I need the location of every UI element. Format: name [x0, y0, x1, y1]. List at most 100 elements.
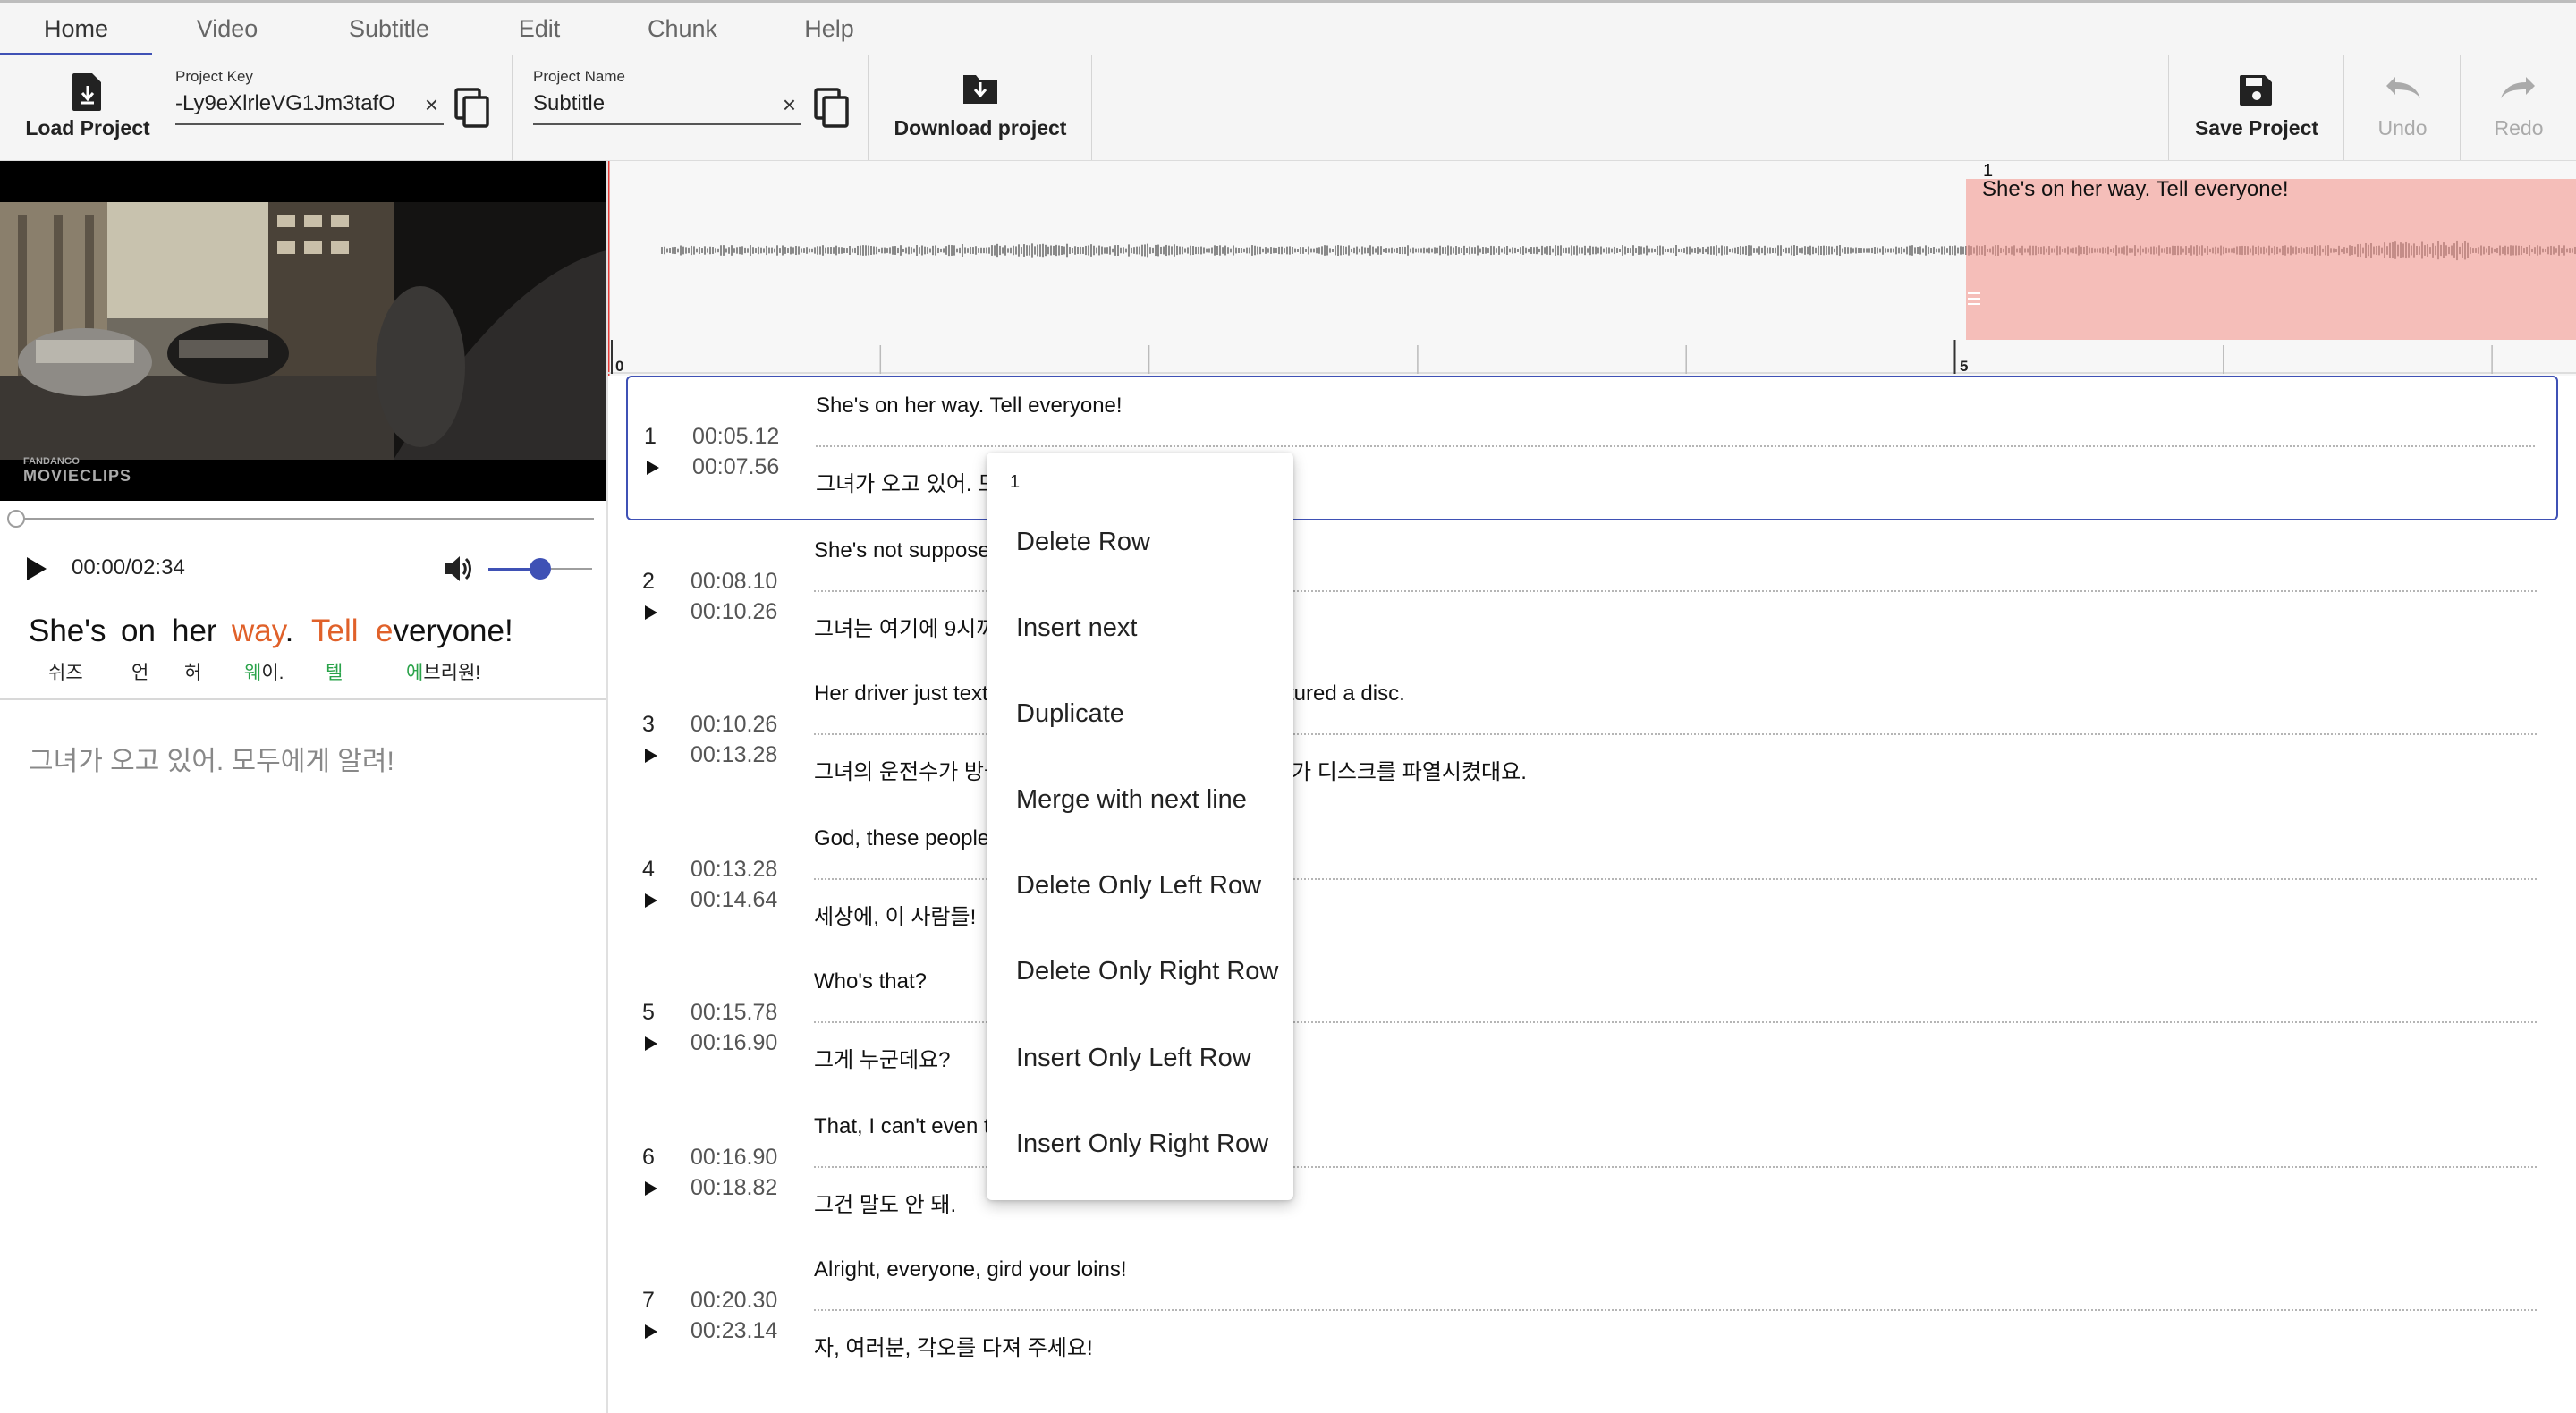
row-source-text[interactable]: Alright, everyone, gird your loins! — [814, 1257, 1127, 1282]
tab-video[interactable]: Video — [152, 3, 302, 56]
tab-help[interactable]: Help — [762, 3, 896, 56]
row-target-text[interactable]: 그녀는 여기에 9시까 — [814, 611, 996, 642]
subtitle-row[interactable]: 5 00:15.78 00:16.90 Who's that? 그게 누군데요? — [626, 953, 2558, 1098]
ruler-label: 0 — [615, 358, 624, 375]
project-key-input[interactable]: -Ly9eXlrleVG1Jm3tafO × — [175, 91, 444, 125]
menu-item-delete-right-row[interactable]: Delete Only Right Row — [1016, 957, 1278, 986]
clear-project-name-icon[interactable]: × — [783, 91, 796, 119]
menu-item-duplicate[interactable]: Duplicate — [1016, 699, 1124, 729]
row-target-text[interactable]: 그게 누군데요? — [814, 1042, 951, 1073]
volume-slider[interactable] — [488, 558, 592, 580]
row-play-icon[interactable] — [644, 1036, 658, 1056]
karaoke-reading: 쉬즈 — [48, 663, 83, 683]
project-name-input[interactable]: Subtitle × — [533, 91, 801, 125]
karaoke-word-highlighted: Tell 텔 — [311, 613, 359, 683]
menu-item-delete-row[interactable]: Delete Row — [1016, 528, 1150, 557]
row-target-text[interactable]: 그녀의 운전수가 방금 — [814, 754, 1004, 785]
row-source-text[interactable]: She's on her way. Tell everyone! — [816, 393, 1123, 419]
seek-rail — [16, 518, 594, 520]
row-start-time[interactable]: 00:15.78 — [691, 1000, 777, 1026]
subtitle-row[interactable]: 7 00:20.30 00:23.14 Alright, everyone, g… — [626, 1241, 2558, 1386]
menu-item-insert-left-row[interactable]: Insert Only Left Row — [1016, 1044, 1251, 1073]
row-start-time[interactable]: 00:20.30 — [691, 1288, 777, 1314]
karaoke-word-highlighted: everyone! 에브리원! — [376, 613, 513, 683]
ruler-label: 5 — [1960, 358, 1969, 375]
row-target-text[interactable]: 그녀가 오고 있어. 모 — [816, 466, 997, 497]
subtitle-row[interactable]: 3 00:10.26 00:13.28 Her driver just text… — [626, 665, 2558, 810]
toolbar-divider — [868, 55, 869, 160]
row-start-time[interactable]: 00:08.10 — [691, 569, 777, 595]
project-name-label: Project Name — [533, 68, 625, 85]
row-start-time[interactable]: 00:05.12 — [692, 424, 779, 450]
subtitle-row[interactable]: 6 00:16.90 00:18.82 That, I can't even t… — [626, 1098, 2558, 1243]
save-project-button[interactable]: Save Project — [2172, 55, 2342, 160]
row-source-text[interactable]: She's not suppose — [814, 538, 990, 563]
project-name-field[interactable]: Project Name Subtitle × — [533, 68, 801, 125]
seek-handle[interactable] — [7, 510, 25, 528]
volume-track — [551, 568, 592, 570]
row-play-icon[interactable] — [646, 460, 660, 480]
volume-handle[interactable] — [530, 558, 551, 580]
copy-project-key-icon[interactable] — [454, 88, 490, 133]
row-end-time[interactable]: 00:18.82 — [691, 1175, 777, 1201]
row-end-time[interactable]: 00:13.28 — [691, 742, 777, 768]
row-target-text[interactable]: 자, 여러분, 각오를 다져 주세요! — [814, 1330, 1093, 1361]
row-play-icon[interactable] — [644, 1324, 658, 1344]
row-start-time[interactable]: 00:10.26 — [691, 712, 777, 738]
row-play-icon[interactable] — [644, 893, 658, 913]
subtitle-row[interactable]: 4 00:13.28 00:14.64 God, these people! 세… — [626, 810, 2558, 955]
toolbar-divider — [2343, 55, 2344, 160]
row-play-icon[interactable] — [644, 1180, 658, 1201]
karaoke-word: on 언 — [121, 613, 156, 683]
play-icon[interactable] — [25, 555, 52, 582]
subtitle-row[interactable]: 2 00:08.10 00:10.26 She's not suppose 그녀… — [626, 522, 2558, 667]
tab-subtitle[interactable]: Subtitle — [302, 3, 476, 56]
load-project-button[interactable]: Load Project — [11, 55, 165, 160]
folder-download-icon — [962, 73, 999, 110]
toolbar-divider — [512, 55, 513, 160]
row-index: 5 — [642, 1000, 655, 1025]
menu-item-insert-next[interactable]: Insert next — [1016, 613, 1137, 643]
menu-item-insert-right-row[interactable]: Insert Only Right Row — [1016, 1130, 1268, 1159]
row-start-time[interactable]: 00:16.90 — [691, 1145, 777, 1171]
row-source-text[interactable]: God, these people! — [814, 826, 996, 851]
karaoke-reading: 텔 — [326, 663, 343, 683]
tab-chunk[interactable]: Chunk — [603, 3, 762, 56]
row-end-time[interactable]: 00:16.90 — [691, 1030, 777, 1056]
row-end-time[interactable]: 00:10.26 — [691, 599, 777, 625]
subtitle-row[interactable]: 1 00:05.12 00:07.56 She's on her way. Te… — [626, 376, 2558, 520]
row-end-time[interactable]: 00:07.56 — [692, 454, 779, 480]
download-project-button[interactable]: Download project — [877, 55, 1084, 160]
row-source-text[interactable]: Who's that? — [814, 969, 927, 994]
volume-icon[interactable] — [444, 554, 474, 588]
menu-bar: Home Video Subtitle Edit Chunk Help — [0, 0, 2576, 56]
row-end-time[interactable]: 00:14.64 — [691, 887, 777, 913]
clear-project-key-icon[interactable]: × — [425, 91, 438, 119]
project-key-field[interactable]: Project Key -Ly9eXlrleVG1Jm3tafO × — [175, 68, 444, 125]
row-play-icon[interactable] — [644, 605, 658, 625]
row-target-text[interactable]: 그건 말도 안 돼. — [814, 1187, 956, 1218]
row-target-text[interactable]: 세상에, 이 사람들! — [814, 899, 976, 930]
row-start-time[interactable]: 00:13.28 — [691, 857, 777, 883]
karaoke-word: She's 쉬즈 — [29, 613, 106, 683]
region-handle-icon[interactable] — [1966, 286, 1984, 313]
tab-home[interactable]: Home — [0, 3, 152, 56]
save-project-label: Save Project — [2194, 116, 2319, 140]
copy-project-name-icon[interactable] — [814, 88, 850, 133]
subtitle-region[interactable] — [1966, 179, 2576, 340]
row-play-icon[interactable] — [644, 748, 658, 768]
waveform[interactable]: 1 She's on her way. Tell everyone! 0 5 — [608, 161, 2576, 376]
menu-item-delete-left-row[interactable]: Delete Only Left Row — [1016, 871, 1261, 901]
seek-slider[interactable] — [7, 510, 594, 528]
video-player[interactable]: FANDANGO MOVIECLIPS — [0, 161, 606, 501]
row-source-text[interactable]: Her driver just text — [814, 681, 988, 706]
toolbar-divider — [1091, 55, 1092, 160]
row-source-text[interactable]: That, I can't even t — [814, 1114, 990, 1139]
redo-button[interactable]: Redo — [2462, 55, 2576, 160]
undo-button[interactable]: Undo — [2345, 55, 2460, 160]
menu-item-merge-next[interactable]: Merge with next line — [1016, 785, 1247, 815]
row-index: 3 — [642, 712, 655, 737]
row-end-time[interactable]: 00:23.14 — [691, 1318, 777, 1344]
tab-edit[interactable]: Edit — [476, 3, 603, 56]
karaoke-reading: 언 — [131, 663, 149, 683]
